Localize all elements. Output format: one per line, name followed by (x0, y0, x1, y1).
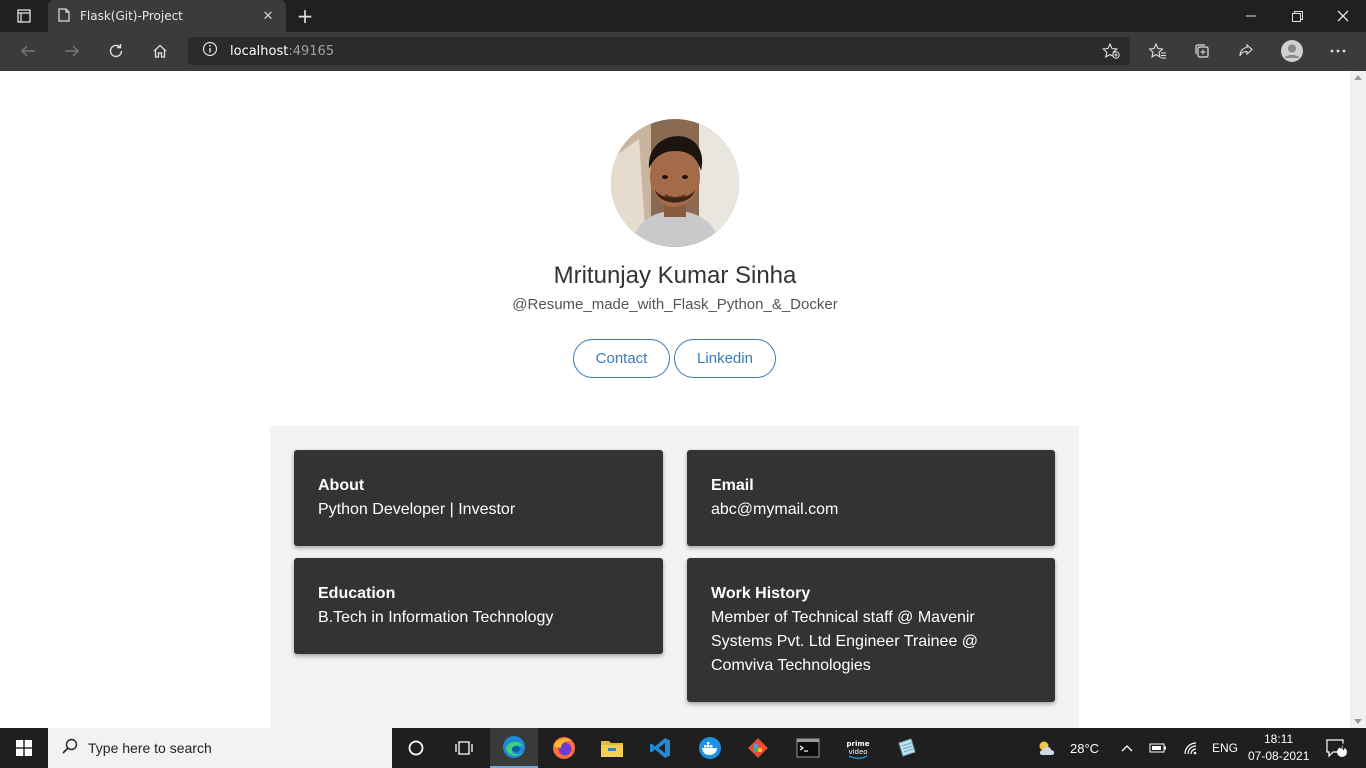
info-panel: About Python Developer | Investor Email … (270, 426, 1079, 728)
favorites-icon[interactable] (1142, 36, 1174, 66)
education-card: Education B.Tech in Information Technolo… (294, 558, 663, 654)
vscode-icon[interactable] (636, 728, 684, 768)
about-title: About (318, 477, 365, 494)
close-tab-icon[interactable]: ✕ (260, 9, 276, 24)
edge-icon[interactable] (490, 728, 538, 768)
address-bar[interactable]: localhost:49165 (188, 37, 1130, 65)
profile-photo (611, 119, 739, 247)
notifications-icon[interactable]: 4 (1318, 728, 1354, 768)
scroll-down-icon[interactable] (1354, 719, 1362, 724)
terminal-icon[interactable] (784, 728, 832, 768)
work-history-title: Work History (711, 585, 811, 602)
url-host: localhost (230, 43, 289, 59)
docker-icon[interactable] (686, 728, 734, 768)
notepad-icon[interactable] (882, 728, 930, 768)
notification-count: 4 (1340, 742, 1346, 752)
resume-page: Mritunjay Kumar Sinha @Resume_made_with_… (0, 71, 1350, 728)
search-placeholder: Type here to search (88, 740, 212, 756)
page-icon (58, 7, 70, 26)
taskbar-search-box[interactable]: Type here to search (48, 728, 392, 768)
info-icon[interactable] (202, 41, 218, 61)
close-window-icon[interactable] (1320, 0, 1366, 32)
email-card: Email abc@mymail.com (687, 450, 1055, 546)
windows-start-icon[interactable] (0, 728, 48, 768)
scroll-up-icon[interactable] (1354, 75, 1362, 80)
email-body: abc@mymail.com (711, 501, 839, 518)
clock-time[interactable]: 18:11 (1264, 732, 1293, 746)
svg-text:prime: prime (847, 740, 870, 748)
profile-subtitle: @Resume_made_with_Flask_Python_&_Docker (512, 296, 838, 313)
work-history-body: Member of Technical staff @ Mavenir Syst… (711, 609, 979, 674)
add-favorite-icon[interactable] (1101, 42, 1120, 63)
weather-icon[interactable] (1030, 728, 1064, 768)
language-indicator[interactable]: ENG (1212, 741, 1238, 755)
git-icon[interactable] (734, 728, 782, 768)
windows-taskbar: Type here to search prime video 28°C ENG… (0, 728, 1366, 768)
browser-tab[interactable]: Flask(Git)-Project ✕ (48, 0, 286, 32)
browser-toolbar: localhost:49165 (0, 32, 1366, 71)
new-tab-icon[interactable]: + (290, 0, 320, 32)
forward-icon[interactable] (56, 36, 88, 66)
home-icon[interactable] (144, 36, 176, 66)
more-menu-icon[interactable] (1322, 36, 1354, 66)
collections-icon[interactable] (1186, 36, 1218, 66)
firefox-icon[interactable] (540, 728, 588, 768)
refresh-icon[interactable] (100, 36, 132, 66)
svg-text:video: video (848, 748, 867, 756)
education-title: Education (318, 585, 396, 602)
url-port: :49165 (288, 43, 335, 59)
profile-name: Mritunjay Kumar Sinha (553, 262, 797, 289)
about-card: About Python Developer | Investor (294, 450, 663, 546)
linkedin-button[interactable]: Linkedin (674, 339, 776, 378)
page-scrollbar[interactable] (1350, 71, 1366, 728)
contact-button[interactable]: Contact (573, 339, 670, 378)
about-body: Python Developer | Investor (318, 501, 516, 518)
share-icon[interactable] (1230, 36, 1262, 66)
file-explorer-icon[interactable] (588, 728, 636, 768)
minimize-icon[interactable] (1228, 0, 1274, 32)
tab-actions-icon[interactable] (0, 0, 48, 32)
task-view-icon[interactable] (440, 728, 488, 768)
battery-icon[interactable] (1146, 728, 1170, 768)
clock-date[interactable]: 07-08-2021 (1248, 749, 1309, 763)
profile-avatar-icon[interactable] (1276, 36, 1308, 66)
email-title: Email (711, 477, 754, 494)
restore-icon[interactable] (1274, 0, 1320, 32)
wifi-icon[interactable] (1180, 728, 1204, 768)
work-history-card: Work History Member of Technical staff @… (687, 558, 1055, 702)
cortana-icon[interactable] (392, 728, 440, 768)
tab-title: Flask(Git)-Project (80, 9, 183, 23)
back-icon[interactable] (12, 36, 44, 66)
weather-temperature[interactable]: 28°C (1070, 741, 1099, 756)
search-icon (62, 738, 78, 758)
browser-tab-bar: Flask(Git)-Project ✕ + (0, 0, 1366, 32)
prime-video-icon[interactable]: prime video (834, 728, 882, 768)
education-body: B.Tech in Information Technology (318, 609, 554, 626)
chevron-up-icon[interactable] (1116, 728, 1138, 768)
